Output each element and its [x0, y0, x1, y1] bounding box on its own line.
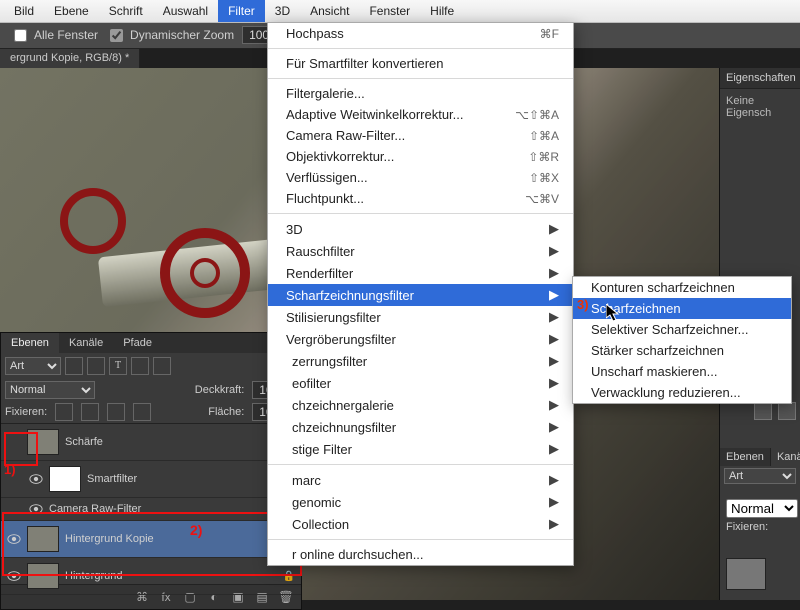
visibility-icon[interactable] [7, 533, 21, 545]
menu-item[interactable]: chzeichnergalerie▶ [268, 394, 573, 416]
menu-item[interactable]: Objektivkorrektur...⇧⌘R [268, 146, 573, 167]
layer-kind-select[interactable]: Art [724, 468, 796, 484]
adjustments-icon[interactable] [754, 402, 772, 420]
menu-item[interactable]: zerrungsfilter▶ [268, 350, 573, 372]
annotation-label-3: 3) [577, 297, 589, 312]
visibility-icon[interactable] [7, 570, 21, 582]
tab-layers[interactable]: Ebenen [1, 333, 59, 353]
menu-fenster[interactable]: Fenster [359, 0, 420, 22]
layer-row[interactable]: Hintergrund Kopie [1, 521, 301, 558]
menu-3d[interactable]: 3D [265, 0, 300, 22]
menu-item[interactable]: marc▶ [268, 469, 573, 491]
submenu-item[interactable]: Verwacklung reduzieren... [573, 382, 791, 403]
menu-auswahl[interactable]: Auswahl [153, 0, 218, 22]
layer-thumbnail[interactable] [27, 526, 59, 552]
submenu-item[interactable]: Konturen scharfzeichnen [573, 277, 791, 298]
filter-smart-icon[interactable] [153, 357, 171, 375]
menu-item[interactable]: Adaptive Weitwinkelkorrektur...⌥⇧⌘A [268, 104, 573, 125]
menu-item[interactable]: stige Filter▶ [268, 438, 573, 460]
opacity-label: Deckkraft: [195, 384, 245, 396]
menu-schrift[interactable]: Schrift [99, 0, 153, 22]
menu-item[interactable]: Vergröberungsfilter▶ [268, 328, 573, 350]
sharpen-submenu: Konturen scharfzeichnenScharfzeichnenSel… [572, 276, 792, 404]
layer-thumbnail[interactable] [27, 563, 59, 589]
lock-position-icon[interactable] [107, 403, 125, 421]
menu-hilfe[interactable]: Hilfe [420, 0, 464, 22]
annotation-label-1: 1) [4, 462, 16, 477]
filter-adjust-icon[interactable] [87, 357, 105, 375]
filter-type-icon[interactable]: T [109, 357, 127, 375]
menu-ansicht[interactable]: Ansicht [300, 0, 359, 22]
menu-item[interactable]: chzeichnungsfilter▶ [268, 416, 573, 438]
lock-all-icon[interactable] [133, 403, 151, 421]
dynamic-zoom-checkbox[interactable]: Dynamischer Zoom [106, 26, 234, 45]
layer-thumbnail[interactable] [49, 466, 81, 492]
layer-row[interactable]: Hintergrund 🔒 [1, 558, 301, 595]
layers-panel: Ebenen Kanäle Pfade Art T Normal Deckkra… [0, 332, 302, 610]
image-content [160, 228, 250, 318]
menu-item[interactable]: Rauschfilter▶ [268, 240, 573, 262]
tab-layers[interactable]: Ebenen [720, 448, 771, 466]
filter-pixel-icon[interactable] [65, 357, 83, 375]
layer-row[interactable]: Camera Raw-Filter [1, 498, 301, 521]
all-windows-checkbox[interactable]: Alle Fenster [10, 26, 98, 45]
menu-item[interactable]: Renderfilter▶ [268, 262, 573, 284]
menu-filter[interactable]: Filter [218, 0, 265, 22]
annotation-label-2: 2) [190, 522, 202, 538]
menu-item[interactable]: Scharfzeichnungsfilter▶ [268, 284, 573, 306]
menu-item[interactable]: genomic▶ [268, 491, 573, 513]
properties-empty-text: Keine Eigensch [720, 89, 800, 125]
libraries-icon[interactable] [778, 402, 796, 420]
menubar: BildEbeneSchriftAuswahlFilter3DAnsichtFe… [0, 0, 800, 23]
menu-item[interactable]: eofilter▶ [268, 372, 573, 394]
document-tab[interactable]: ergrund Kopie, RGB/8) * [0, 48, 140, 69]
menu-item[interactable]: Collection▶ [268, 513, 573, 535]
image-content [60, 188, 126, 254]
menu-item[interactable]: Stilisierungsfilter▶ [268, 306, 573, 328]
lock-label: Fixieren: [720, 518, 800, 536]
blend-mode-select[interactable]: Normal [5, 381, 95, 399]
layer-row[interactable]: Smartfilter [1, 461, 301, 498]
menu-item[interactable]: 3D▶ [268, 218, 573, 240]
layer-name: Hintergrund [65, 570, 277, 582]
fill-label: Fläche: [208, 406, 244, 418]
submenu-item[interactable]: Unscharf maskieren... [573, 361, 791, 382]
layer-kind-select[interactable]: Art [5, 357, 61, 375]
lock-image-icon[interactable] [81, 403, 99, 421]
menu-item[interactable]: Filtergalerie... [268, 83, 573, 104]
menu-item[interactable]: Camera Raw-Filter...⇧⌘A [268, 125, 573, 146]
lock-icon: 🔒 [283, 571, 295, 582]
tab-channels[interactable]: Kanäle [59, 333, 113, 353]
menu-bild[interactable]: Bild [4, 0, 44, 22]
visibility-icon[interactable] [7, 436, 21, 448]
menu-item[interactable]: Fluchtpunkt...⌥⌘V [268, 188, 573, 209]
layer-list: Schärfe◎ Smartfilter Camera Raw-Filter Hint… [1, 423, 301, 584]
layer-name: Hintergrund Kopie [65, 533, 295, 545]
properties-panel-title: Eigenschaften [720, 68, 800, 89]
menu-ebene[interactable]: Ebene [44, 0, 99, 22]
filter-menu: Hochpass⌘F Für Smartfilter konvertieren Fi… [267, 22, 574, 566]
blend-mode-select[interactable]: Normal [726, 499, 798, 518]
layer-name: Smartfilter [87, 473, 295, 485]
layer-thumbnail[interactable] [27, 429, 59, 455]
menu-item[interactable]: Für Smartfilter konvertieren [268, 53, 573, 74]
menu-item[interactable]: r online durchsuchen... [268, 544, 573, 565]
visibility-icon[interactable] [29, 503, 43, 515]
layer-row[interactable]: Schärfe◎ [1, 424, 301, 461]
submenu-item[interactable]: Stärker scharfzeichnen [573, 340, 791, 361]
lock-transparent-icon[interactable] [55, 403, 73, 421]
submenu-item[interactable]: Scharfzeichnen [573, 298, 791, 319]
menu-item[interactable]: Hochpass⌘F [268, 23, 573, 44]
menu-item[interactable]: Verflüssigen...⇧⌘X [268, 167, 573, 188]
layer-name: Schärfe [65, 436, 279, 448]
layer-thumbnail[interactable] [726, 558, 766, 590]
tab-paths[interactable]: Pfade [113, 333, 162, 353]
lock-label: Fixieren: [5, 406, 47, 418]
layer-name: Camera Raw-Filter [49, 503, 295, 515]
submenu-item[interactable]: Selektiver Scharfzeichner... [573, 319, 791, 340]
visibility-icon[interactable] [29, 473, 43, 485]
filter-shape-icon[interactable] [131, 357, 149, 375]
tab-channels[interactable]: Kanä [771, 448, 800, 466]
